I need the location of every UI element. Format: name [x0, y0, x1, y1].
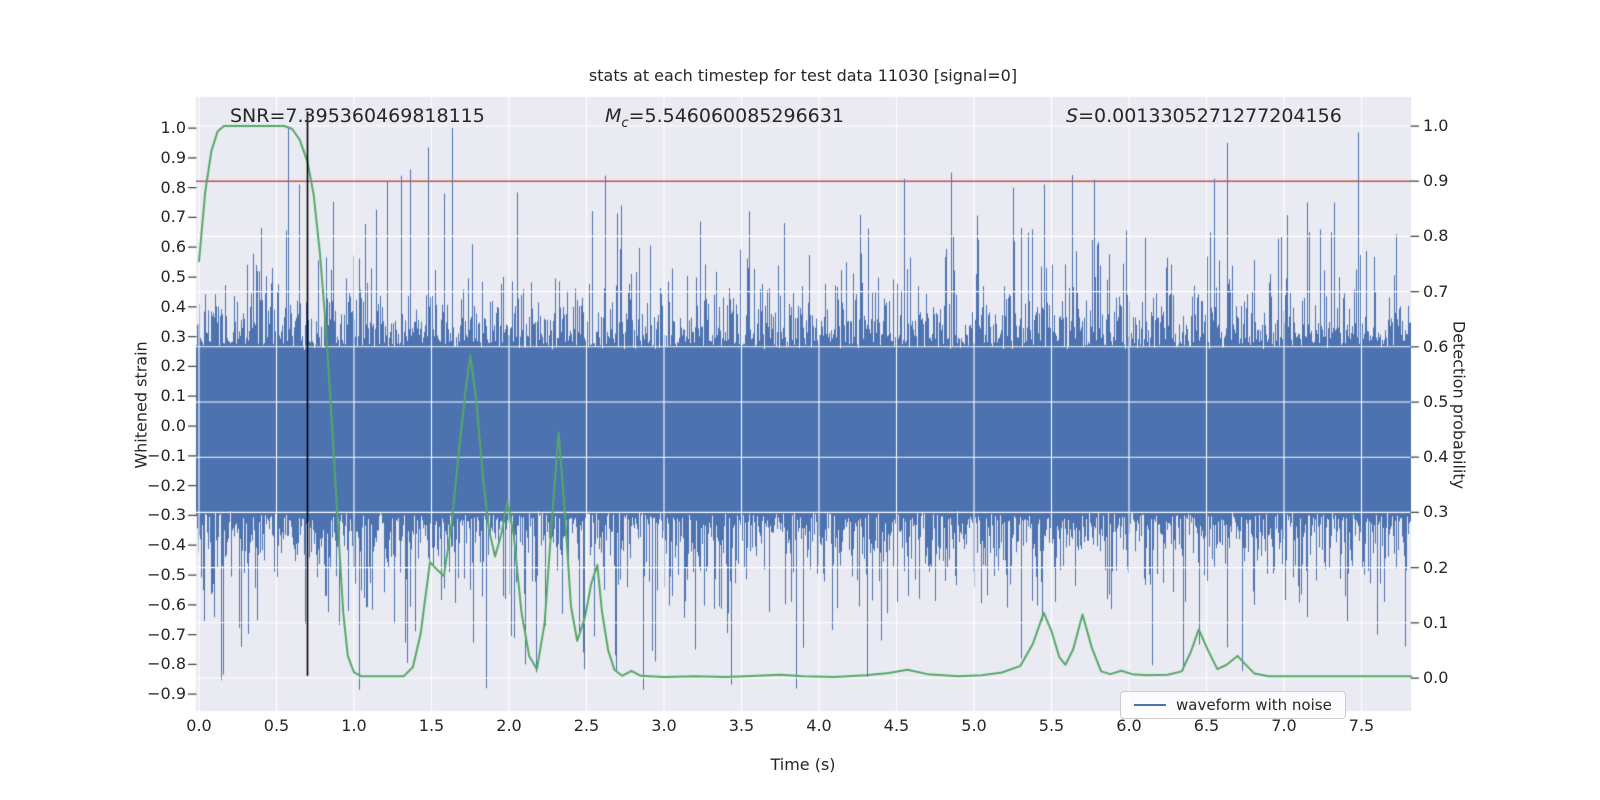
y-tick-left: 0.2	[160, 356, 186, 376]
y-tick-left: −0.9	[147, 684, 186, 704]
x-tick: 4.5	[883, 716, 910, 735]
y-tick-left: −0.2	[147, 475, 186, 495]
y-tick-left: −0.4	[147, 535, 186, 555]
y-tick-left: 0.7	[160, 207, 186, 227]
x-tick: 2.0	[496, 716, 522, 735]
y-tick-right: 0.5	[1423, 392, 1449, 411]
figure: stats at each timestep for test data 110…	[0, 0, 1600, 800]
y-tick-left: 0.0	[160, 416, 186, 435]
legend-line-sample	[1134, 704, 1166, 706]
chirp-mass-subscript: c	[621, 115, 629, 131]
y-tick-left: 0.1	[160, 386, 186, 406]
chirp-mass-symbol: M	[605, 105, 622, 127]
x-tick: 1.5	[418, 716, 445, 735]
y-tick-left: −0.1	[147, 445, 186, 465]
s-stat-value: =0.0013305271277204156	[1078, 105, 1342, 127]
y-tick-left: 1.0	[160, 118, 186, 137]
y-axis-label-right: Detection probability	[1449, 320, 1469, 490]
y-tick-right: 0.9	[1423, 171, 1449, 191]
x-tick: 0.0	[186, 716, 212, 735]
y-tick-right: 0.6	[1423, 336, 1449, 356]
y-tick-left: 0.8	[160, 177, 186, 197]
y-tick-right: 0.1	[1423, 612, 1449, 632]
chart-title: stats at each timestep for test data 110…	[588, 66, 1018, 85]
x-tick: 3.5	[728, 716, 755, 735]
annotation-snr: SNR=7.395360469818115	[230, 105, 485, 127]
y-tick-left: 0.3	[160, 326, 186, 346]
x-tick: 1.0	[341, 716, 367, 735]
x-tick: 4.0	[806, 716, 832, 735]
y-tick-left: 0.9	[160, 147, 186, 167]
y-tick-right: 0.4	[1423, 447, 1449, 467]
y-tick-right: 0.0	[1423, 668, 1449, 687]
x-tick: 5.5	[1038, 716, 1065, 735]
y-tick-right: 1.0	[1423, 116, 1449, 135]
annotation-s-stat: S=0.0013305271277204156	[1066, 105, 1342, 127]
s-stat-symbol: S	[1066, 105, 1079, 127]
x-tick: 6.5	[1193, 716, 1220, 735]
annotation-chirp-mass: Mc=5.546060085296631	[605, 105, 844, 131]
y-tick-left: −0.3	[147, 505, 186, 525]
y-tick-right: 0.8	[1423, 226, 1449, 246]
y-tick-right: 0.3	[1423, 502, 1449, 522]
x-tick: 7.0	[1271, 716, 1297, 735]
y-tick-right: 0.2	[1423, 557, 1449, 577]
chirp-mass-value: =5.546060085296631	[628, 105, 844, 127]
y-tick-left: 0.5	[160, 267, 186, 286]
y-tick-left: −0.8	[147, 654, 186, 674]
x-tick: 2.5	[573, 716, 600, 735]
y-tick-left: 0.4	[160, 296, 186, 316]
y-tick-left: −0.7	[147, 624, 186, 644]
x-tick: 5.0	[961, 716, 987, 735]
legend-label: waveform with noise	[1176, 696, 1332, 714]
x-tick: 0.5	[263, 716, 290, 735]
x-tick: 3.0	[651, 716, 677, 735]
y-tick-left: −0.6	[147, 594, 186, 614]
legend: waveform with noise	[1120, 691, 1346, 719]
x-axis-label: Time (s)	[770, 755, 836, 774]
y-tick-left: −0.5	[147, 565, 186, 584]
y-tick-right: 0.7	[1423, 281, 1449, 301]
x-tick: 7.5	[1348, 716, 1375, 735]
y-tick-left: 0.6	[160, 237, 186, 257]
x-tick: 6.0	[1116, 716, 1142, 735]
